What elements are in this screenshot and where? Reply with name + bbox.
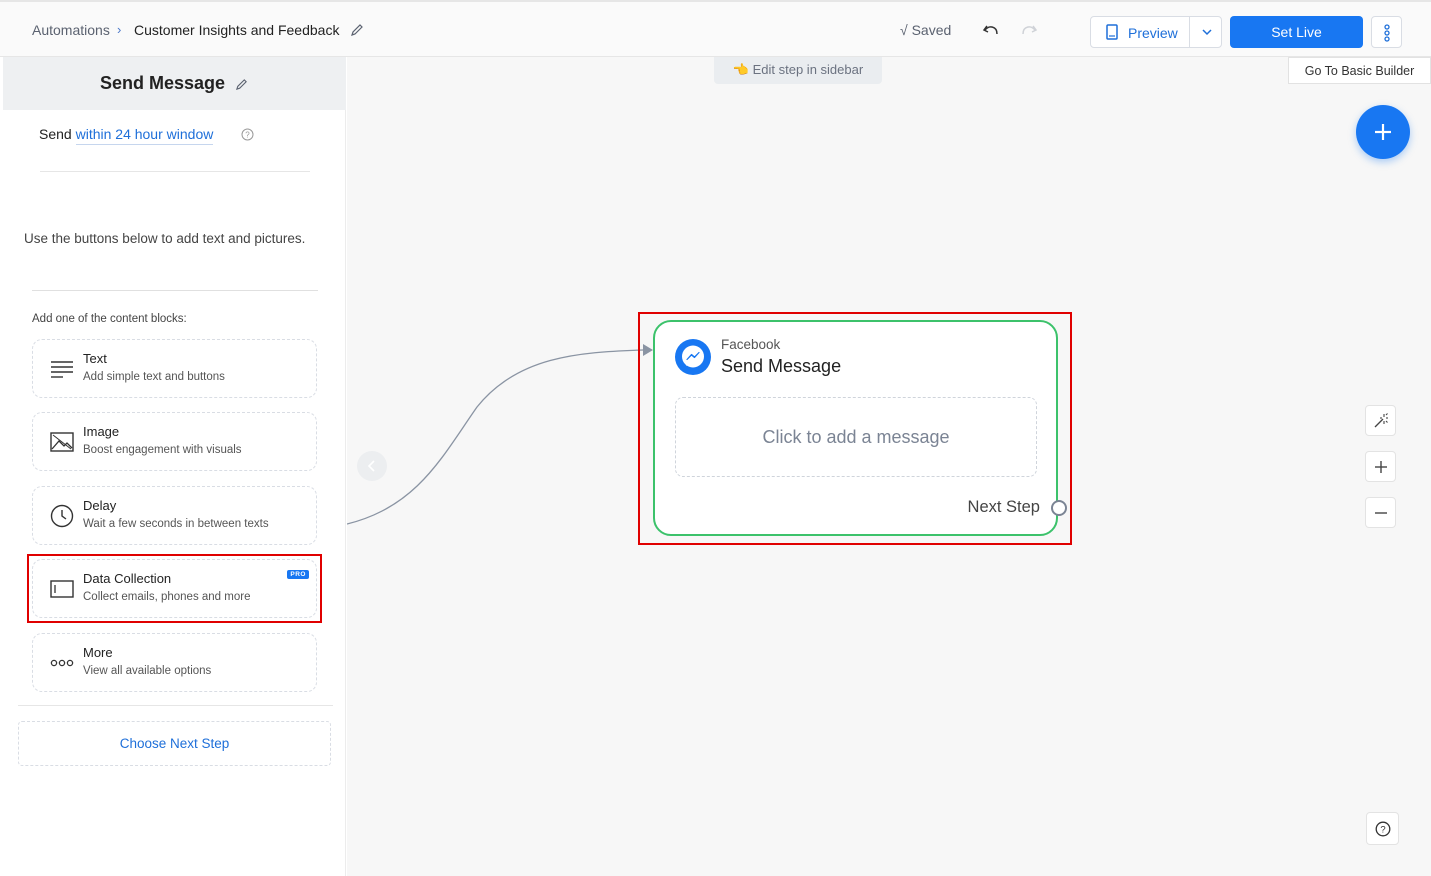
- top-bar: Automations › Customer Insights and Feed…: [0, 0, 1431, 57]
- rename-pencil-icon[interactable]: [350, 23, 364, 37]
- content-block-delay[interactable]: Delay Wait a few seconds in between text…: [32, 486, 317, 545]
- undo-icon[interactable]: [981, 21, 1001, 41]
- svg-text:?: ?: [1380, 825, 1385, 836]
- messenger-icon: [675, 339, 711, 375]
- svg-text:?: ?: [245, 131, 250, 140]
- block-subtitle: Add simple text and buttons: [83, 371, 225, 383]
- send-message-node[interactable]: Facebook Send Message Click to add a mes…: [653, 320, 1067, 536]
- block-title: More: [83, 645, 113, 660]
- block-subtitle: Wait a few seconds in between texts: [83, 518, 269, 530]
- help-button[interactable]: ?: [1366, 812, 1399, 845]
- node-title: Send Message: [721, 356, 842, 376]
- preview-button[interactable]: Preview: [1090, 16, 1222, 48]
- block-title: Image: [83, 424, 120, 439]
- send-prefix: Send: [39, 126, 72, 142]
- help-question-icon: ?: [1375, 821, 1391, 837]
- block-title: Delay: [83, 498, 117, 513]
- zoom-out-button[interactable]: [1365, 497, 1396, 528]
- edit-hint-label: Edit step in sidebar: [752, 62, 864, 77]
- redo-icon[interactable]: [1019, 21, 1039, 41]
- flow-canvas[interactable]: 👈 Edit step in sidebar Go To Basic Build…: [347, 57, 1431, 876]
- edit-step-hint: 👈 Edit step in sidebar: [714, 57, 882, 84]
- go-to-basic-builder-button[interactable]: Go To Basic Builder: [1288, 57, 1431, 84]
- magic-wand-button[interactable]: [1365, 405, 1396, 436]
- zoom-in-plus-icon: [1375, 461, 1387, 473]
- content-block-more[interactable]: More View all available options: [32, 633, 317, 692]
- sidebar-hint: Use the buttons below to add text and pi…: [24, 231, 306, 246]
- add-message-placeholder[interactable]: Click to add a message: [675, 397, 1037, 477]
- saved-status: √ Saved: [900, 22, 952, 38]
- step-editor-sidebar: Send Message Send within 24 hour window …: [3, 57, 346, 876]
- chevron-left-icon: [367, 460, 375, 472]
- image-icon: [50, 432, 74, 452]
- add-step-button[interactable]: [1356, 105, 1410, 159]
- node-platform-label: Facebook: [721, 337, 781, 352]
- zoom-out-minus-icon: [1375, 512, 1387, 514]
- block-title: Text: [83, 351, 107, 366]
- clock-icon: [50, 504, 74, 528]
- breadcrumb-chevron-icon: ›: [117, 22, 122, 37]
- send-window-setting: Send within 24 hour window: [39, 126, 214, 145]
- text-lines-icon: [51, 361, 73, 378]
- breadcrumb-current-automation: Customer Insights and Feedback: [134, 22, 340, 38]
- phone-icon: [1106, 24, 1118, 40]
- vertical-dots-icon: [1384, 24, 1390, 42]
- next-step-connector-port[interactable]: [1051, 500, 1067, 516]
- set-live-button[interactable]: Set Live: [1230, 16, 1363, 48]
- plus-icon: [1375, 124, 1391, 140]
- block-subtitle: Boost engagement with visuals: [83, 444, 242, 456]
- divider: [32, 290, 318, 291]
- sidebar-header: Send Message: [3, 57, 346, 110]
- flow-connector-line: [347, 344, 653, 525]
- send-window-link[interactable]: within 24 hour window: [75, 126, 214, 145]
- next-step-label: Next Step: [967, 498, 1040, 516]
- divider: [18, 705, 333, 706]
- chevron-down-icon[interactable]: [1201, 26, 1213, 38]
- sidebar-title: Send Message: [100, 73, 226, 93]
- divider: [40, 171, 310, 172]
- preview-label: Preview: [1128, 25, 1178, 41]
- content-block-text[interactable]: Text Add simple text and buttons: [32, 339, 317, 398]
- collapse-sidebar-button[interactable]: [357, 451, 387, 481]
- breadcrumb-automations[interactable]: Automations: [32, 22, 110, 38]
- preview-divider: [1189, 17, 1190, 47]
- magic-wand-icon: [1374, 413, 1388, 428]
- block-subtitle: View all available options: [83, 665, 212, 677]
- content-blocks-label: Add one of the content blocks:: [32, 313, 187, 325]
- highlight-annotation: [27, 554, 322, 623]
- help-circle-icon[interactable]: ?: [241, 128, 254, 141]
- edit-title-pencil-icon[interactable]: [235, 78, 248, 91]
- zoom-in-button[interactable]: [1365, 451, 1396, 482]
- more-dots-icon: [50, 659, 74, 667]
- content-block-image[interactable]: Image Boost engagement with visuals: [32, 412, 317, 471]
- more-options-button[interactable]: [1371, 16, 1402, 48]
- pointing-hand-icon: 👈: [732, 62, 749, 77]
- choose-next-step-button[interactable]: Choose Next Step: [18, 721, 331, 766]
